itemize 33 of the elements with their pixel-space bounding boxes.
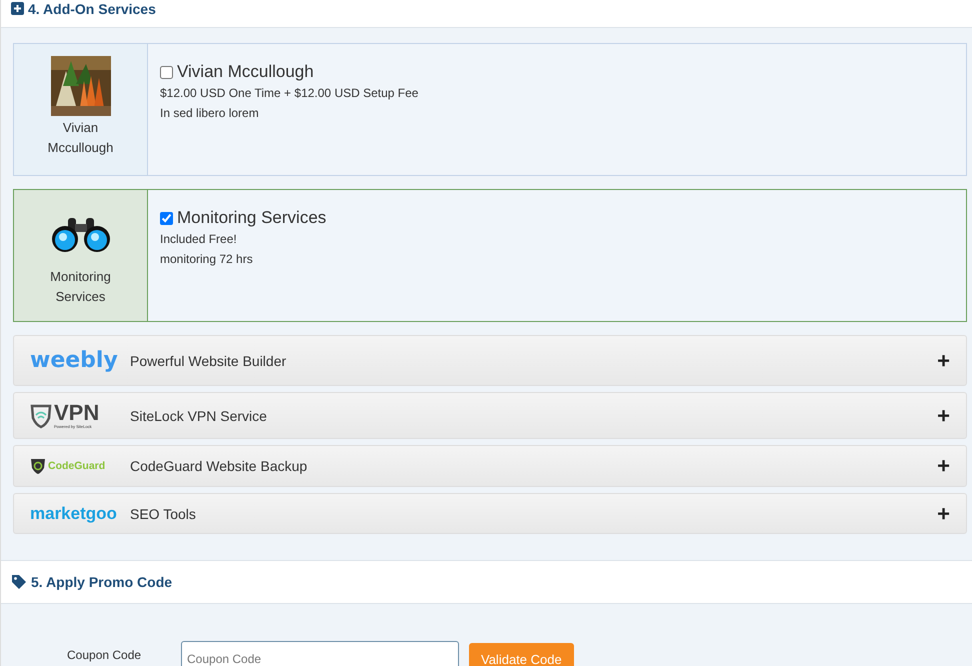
service-title: CodeGuard Website Backup: [130, 458, 308, 474]
addon-image-label: Vivian Mccullough: [46, 119, 114, 157]
binoculars-icon: [50, 216, 112, 252]
vpn-logo: VPN: [54, 402, 100, 424]
expand-toggle[interactable]: +: [937, 350, 950, 370]
addon-description: monitoring 72 hrs: [160, 251, 254, 268]
service-accordion[interactable]: CodeGuard CodeGuard Website Backup +: [13, 445, 967, 487]
coupon-field[interactable]: Coupon Code: [181, 641, 459, 666]
addon-checkbox[interactable]: [160, 66, 173, 78]
codeguard-logo: CodeGuard: [48, 460, 106, 472]
addon-checkbox[interactable]: [160, 212, 173, 224]
service-accordion[interactable]: marketgoo SEO Tools +: [13, 493, 967, 534]
coupon-label: Coupon Code: [67, 648, 142, 662]
addon-name: Vivian Mccullough: [177, 62, 314, 82]
addon-price: $12.00 USD One Time + $12.00 USD Setup Fee: [160, 85, 418, 102]
expand-toggle[interactable]: +: [937, 456, 950, 476]
service-title: Powerful Website Builder: [130, 352, 286, 368]
addon-description: In sed libero lorem: [160, 105, 260, 122]
section-title: 4. Add-On Services: [28, 0, 156, 18]
shield-icon: [30, 402, 52, 428]
expand-toggle[interactable]: +: [937, 406, 950, 426]
addon-price: Included Free!: [160, 231, 238, 248]
weebly-logo: weebly: [30, 348, 118, 373]
tag-icon: [11, 574, 27, 590]
addon-image-label: Monitoring Services: [49, 268, 112, 306]
expand-toggle[interactable]: +: [937, 504, 950, 524]
marketgoo-logo: marketgoo: [30, 504, 117, 524]
service-title: SEO Tools: [130, 506, 196, 522]
service-accordion[interactable]: weebly Powerful Website Builder +: [13, 335, 967, 386]
shield-icon: [30, 457, 46, 475]
section-title: 5. Apply Promo Code: [31, 573, 172, 591]
addon-name: Monitoring Services: [177, 208, 326, 228]
service-title: SiteLock VPN Service: [130, 408, 267, 424]
